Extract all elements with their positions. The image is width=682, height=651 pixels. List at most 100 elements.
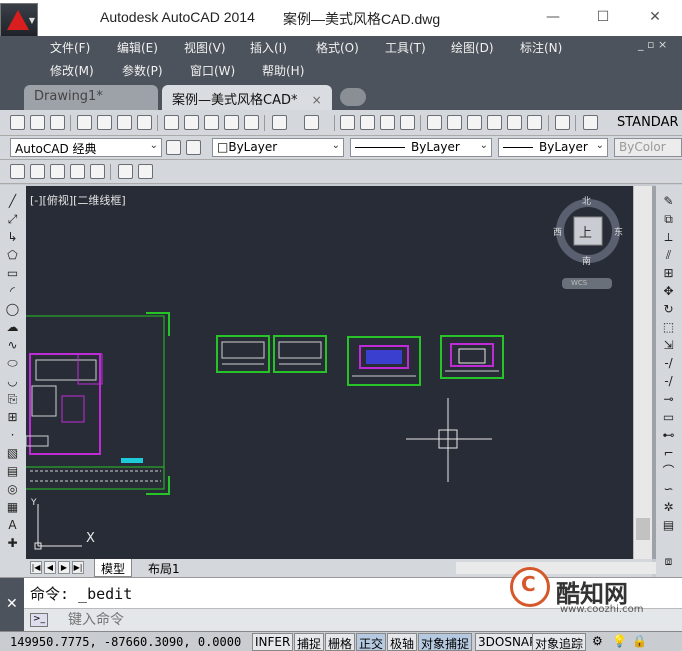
table-icon[interactable]: ▦ bbox=[5, 501, 20, 514]
line-icon[interactable]: ╱ bbox=[5, 195, 20, 208]
break-icon[interactable]: ▭ bbox=[661, 411, 676, 424]
join-icon[interactable]: ⊷ bbox=[661, 429, 676, 442]
publish-icon[interactable] bbox=[117, 115, 132, 130]
region-icon[interactable]: ◎ bbox=[5, 483, 20, 496]
point-icon[interactable]: · bbox=[5, 429, 20, 442]
save-icon[interactable] bbox=[50, 115, 65, 130]
text-style-icon[interactable] bbox=[583, 115, 598, 130]
properties-icon[interactable] bbox=[427, 115, 442, 130]
ellipse-arc-icon[interactable]: ◡ bbox=[5, 375, 20, 388]
zoom-previous-icon[interactable] bbox=[400, 115, 415, 130]
layers-icon[interactable]: ⧈ bbox=[661, 555, 676, 568]
rotate-icon[interactable]: ↻ bbox=[661, 303, 676, 316]
help-icon[interactable] bbox=[555, 115, 570, 130]
next-layout-icon[interactable]: ▶ bbox=[58, 561, 70, 574]
design-center-icon[interactable] bbox=[447, 115, 462, 130]
chamfer-icon[interactable]: ⌐ bbox=[661, 447, 676, 460]
menu-dimension[interactable]: 标注(N) bbox=[520, 39, 562, 56]
3d-orbit-icon[interactable] bbox=[30, 164, 45, 179]
prev-layout-icon[interactable]: ◀ bbox=[44, 561, 56, 574]
break-at-point-icon[interactable]: ⊸ bbox=[661, 393, 676, 406]
status-grid[interactable]: 栅格 bbox=[325, 633, 356, 651]
array-icon[interactable]: ⊞ bbox=[661, 267, 676, 280]
menu-parametric[interactable]: 参数(P) bbox=[122, 62, 163, 79]
status-otrack[interactable]: 对象追踪 bbox=[532, 633, 587, 651]
stretch-icon[interactable]: ⇲ bbox=[661, 339, 676, 352]
hatch-icon[interactable]: ▧ bbox=[5, 447, 20, 460]
vertical-scrollbar[interactable] bbox=[633, 186, 652, 559]
last-layout-icon[interactable]: ▶| bbox=[72, 561, 84, 574]
viewcube[interactable] bbox=[556, 199, 620, 289]
add-selected-icon[interactable]: ✚ bbox=[5, 537, 20, 550]
status-infer[interactable]: INFER bbox=[252, 633, 294, 651]
polygon-icon[interactable]: ⬠ bbox=[5, 249, 20, 262]
markup-icon[interactable] bbox=[507, 115, 522, 130]
ellipse-icon[interactable]: ⬭ bbox=[5, 357, 20, 370]
properties-panel-icon[interactable]: ▤ bbox=[661, 519, 676, 532]
menu-edit[interactable]: 编辑(E) bbox=[117, 39, 158, 56]
layer-select[interactable]: □ByLayer ⌄ bbox=[212, 138, 344, 157]
menu-modify[interactable]: 修改(M) bbox=[50, 62, 94, 79]
mirror-icon[interactable]: ⟂ bbox=[661, 231, 676, 244]
polyline-icon[interactable]: ↳ bbox=[5, 231, 20, 244]
close-button[interactable]: ✕ bbox=[640, 6, 670, 28]
explode-icon[interactable]: ✲ bbox=[661, 501, 676, 514]
plotstyle-select[interactable]: ByColor bbox=[614, 138, 682, 157]
maximize-button[interactable]: ☐ bbox=[588, 6, 618, 28]
cursor-coordinates[interactable]: 149950.7775, -87660.3090, 0.0000 bbox=[10, 635, 241, 649]
tab-layout1[interactable]: 布局1 bbox=[142, 559, 186, 577]
revision-cloud-icon[interactable]: ☁ bbox=[5, 321, 20, 334]
trim-icon[interactable]: -/ bbox=[661, 357, 676, 370]
first-layout-icon[interactable]: |◀ bbox=[30, 561, 42, 574]
status-3dosnap[interactable]: 3DOSNAP bbox=[475, 633, 540, 651]
blend-curves-icon[interactable]: ∽ bbox=[661, 483, 676, 496]
plot-icon[interactable] bbox=[77, 115, 92, 130]
copy-object-icon[interactable]: ⧉ bbox=[661, 213, 676, 226]
viewcube-south-label[interactable]: 南 bbox=[582, 254, 591, 267]
block-editor-icon[interactable] bbox=[244, 115, 259, 130]
viewcube-west-label[interactable]: 西 bbox=[553, 225, 562, 238]
circle-icon[interactable]: ◯ bbox=[5, 303, 20, 316]
menu-view[interactable]: 视图(V) bbox=[184, 39, 226, 56]
multiline-text-icon[interactable]: A bbox=[5, 519, 20, 532]
menu-insert[interactable]: 插入(I) bbox=[250, 39, 287, 56]
cut-icon[interactable] bbox=[164, 115, 179, 130]
view-icon[interactable] bbox=[10, 164, 25, 179]
undo-icon[interactable] bbox=[272, 115, 287, 130]
calculator-icon[interactable] bbox=[527, 115, 542, 130]
insert-block-icon[interactable]: ⎘ bbox=[5, 393, 20, 406]
gradient-icon[interactable]: ▤ bbox=[5, 465, 20, 478]
copy-icon[interactable] bbox=[184, 115, 199, 130]
make-block-icon[interactable]: ⊞ bbox=[5, 411, 20, 424]
status-osnap[interactable]: 对象捕捉 bbox=[418, 633, 473, 651]
arc-icon[interactable]: ◜ bbox=[5, 285, 20, 298]
zoom-window-icon[interactable] bbox=[380, 115, 395, 130]
new-tab-button[interactable] bbox=[340, 88, 366, 106]
match-properties-icon[interactable] bbox=[224, 115, 239, 130]
erase-icon[interactable]: ✎ bbox=[661, 195, 676, 208]
tab-drawing1[interactable]: Drawing1* bbox=[24, 85, 158, 110]
paste-icon[interactable] bbox=[204, 115, 219, 130]
menu-window[interactable]: 窗口(W) bbox=[190, 62, 235, 79]
command-prompt-icon[interactable]: >_ bbox=[30, 613, 48, 627]
lineweight-select[interactable]: ByLayer ⌄ bbox=[498, 138, 608, 157]
layer-properties-icon[interactable] bbox=[186, 140, 201, 155]
lightbulb-icon[interactable]: 💡 bbox=[612, 634, 627, 648]
camera-icon[interactable] bbox=[118, 164, 133, 179]
close-icon[interactable]: × bbox=[312, 93, 322, 107]
scale-icon[interactable]: ⬚ bbox=[661, 321, 676, 334]
linetype-select[interactable]: ByLayer ⌄ bbox=[350, 138, 492, 157]
workspace-switch-icon[interactable]: ⚙ bbox=[592, 634, 603, 648]
wcs-label[interactable]: WCS bbox=[571, 279, 587, 287]
menu-tools[interactable]: 工具(T) bbox=[385, 39, 426, 56]
menu-format[interactable]: 格式(O) bbox=[316, 39, 359, 56]
tab-model[interactable]: 模型 bbox=[94, 559, 133, 577]
walk-icon[interactable] bbox=[138, 164, 153, 179]
application-menu-button[interactable]: ▼ bbox=[0, 3, 38, 37]
scrollbar-thumb[interactable] bbox=[636, 518, 650, 540]
drawing-canvas[interactable]: [-][俯视][二维线框] 上 北 南 东 西 WCS Y X bbox=[26, 186, 633, 559]
menu-file[interactable]: 文件(F) bbox=[50, 39, 90, 56]
menu-help[interactable]: 帮助(H) bbox=[262, 62, 304, 79]
tool-palettes-icon[interactable] bbox=[467, 115, 482, 130]
3d-print-icon[interactable] bbox=[137, 115, 152, 130]
